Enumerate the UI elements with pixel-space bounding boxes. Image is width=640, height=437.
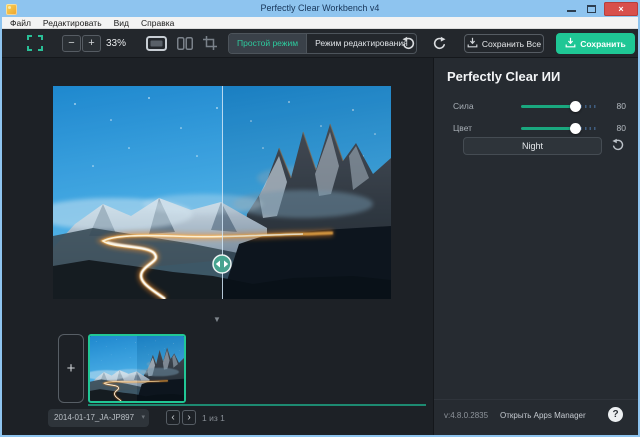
image-counter: 1 из 1 — [202, 413, 225, 423]
simple-mode-tab[interactable]: Простой режим — [229, 34, 306, 53]
image-canvas: ▼ + 2014-01-17_JA-JP897 ▾ ‹ › 1 из 1 — [2, 58, 433, 435]
chevron-down-icon: ▾ — [141, 409, 145, 427]
slider-fill — [521, 105, 576, 108]
menu-help[interactable]: Справка — [135, 17, 180, 29]
crop-icon[interactable] — [203, 36, 217, 55]
photo-preview[interactable] — [53, 86, 391, 299]
toolbar: − + 33% Простой режим Режим редактирован… — [2, 29, 638, 58]
filename-dropdown[interactable]: 2014-01-17_JA-JP897 ▾ — [48, 409, 149, 427]
maximize-button[interactable] — [587, 5, 596, 13]
slider-row-color: Цвет 80 — [453, 121, 628, 135]
undo-icon[interactable] — [401, 36, 416, 51]
title-bar: Perfectly Clear Workbench v4 × — [2, 2, 638, 17]
next-image-button[interactable]: › — [182, 410, 196, 425]
main-area: ▼ + 2014-01-17_JA-JP897 ▾ ‹ › 1 из 1 Per… — [2, 58, 638, 435]
previous-image-button[interactable]: ‹ — [166, 410, 180, 425]
save-all-label: Сохранить Все — [482, 39, 541, 49]
version-label: v:4.8.0.2835 — [444, 411, 488, 420]
save-all-button[interactable]: Сохранить Все — [464, 34, 544, 53]
panel-separator — [434, 399, 638, 400]
mode-switch: Простой режим Режим редактирования — [228, 33, 417, 54]
window-title: Perfectly Clear Workbench v4 — [2, 3, 638, 13]
save-label: Сохранить — [580, 39, 626, 49]
edit-mode-tab[interactable]: Режим редактирования — [306, 34, 416, 53]
slider-label: Сила — [453, 101, 521, 111]
split-view-icon[interactable] — [177, 37, 193, 55]
slider-label: Цвет — [453, 123, 521, 133]
help-button[interactable]: ? — [608, 407, 623, 422]
fit-screen-icon[interactable] — [27, 35, 43, 51]
minimize-button[interactable] — [567, 10, 576, 12]
app-window: Perfectly Clear Workbench v4 × Файл Реда… — [0, 0, 640, 437]
filmstrip-progress-line — [88, 404, 426, 406]
zoom-in-button[interactable]: + — [82, 35, 101, 52]
single-view-icon[interactable] — [146, 36, 167, 56]
slider-row-strength: Сила 80 — [453, 99, 628, 113]
close-button[interactable]: × — [604, 2, 638, 16]
filename-label: 2014-01-17_JA-JP897 — [54, 413, 134, 422]
apps-manager-link[interactable]: Открыть Apps Manager — [500, 411, 586, 420]
save-button[interactable]: Сохранить — [556, 33, 635, 54]
strength-slider[interactable] — [521, 105, 596, 108]
menu-view[interactable]: Вид — [108, 17, 135, 29]
download-icon — [467, 37, 478, 50]
preset-night-button[interactable]: Night — [463, 137, 602, 155]
thumbnail-image — [90, 336, 184, 401]
add-image-button[interactable]: + — [58, 334, 84, 403]
download-icon — [565, 37, 576, 50]
slider-fill — [521, 127, 576, 130]
menu-bar: Файл Редактировать Вид Справка — [2, 17, 638, 29]
compare-handle-icon[interactable] — [212, 254, 232, 274]
zoom-level: 33% — [106, 38, 126, 49]
adjustments-panel: Perfectly Clear ИИ Сила 80 Цвет 80 — [433, 58, 638, 435]
zoom-out-button[interactable]: − — [62, 35, 81, 52]
slider-handle[interactable] — [570, 101, 581, 112]
redo-icon[interactable] — [432, 36, 447, 51]
slider-value: 80 — [596, 101, 626, 111]
filmstrip-collapse-icon[interactable]: ▼ — [213, 315, 221, 324]
panel-title: Perfectly Clear ИИ — [447, 69, 560, 84]
menu-edit[interactable]: Редактировать — [37, 17, 108, 29]
color-slider[interactable] — [521, 127, 596, 130]
slider-handle[interactable] — [570, 123, 581, 134]
slider-value: 80 — [596, 123, 626, 133]
reset-icon[interactable] — [611, 138, 625, 152]
thumbnail-selected[interactable] — [88, 334, 186, 403]
menu-file[interactable]: Файл — [4, 17, 37, 29]
